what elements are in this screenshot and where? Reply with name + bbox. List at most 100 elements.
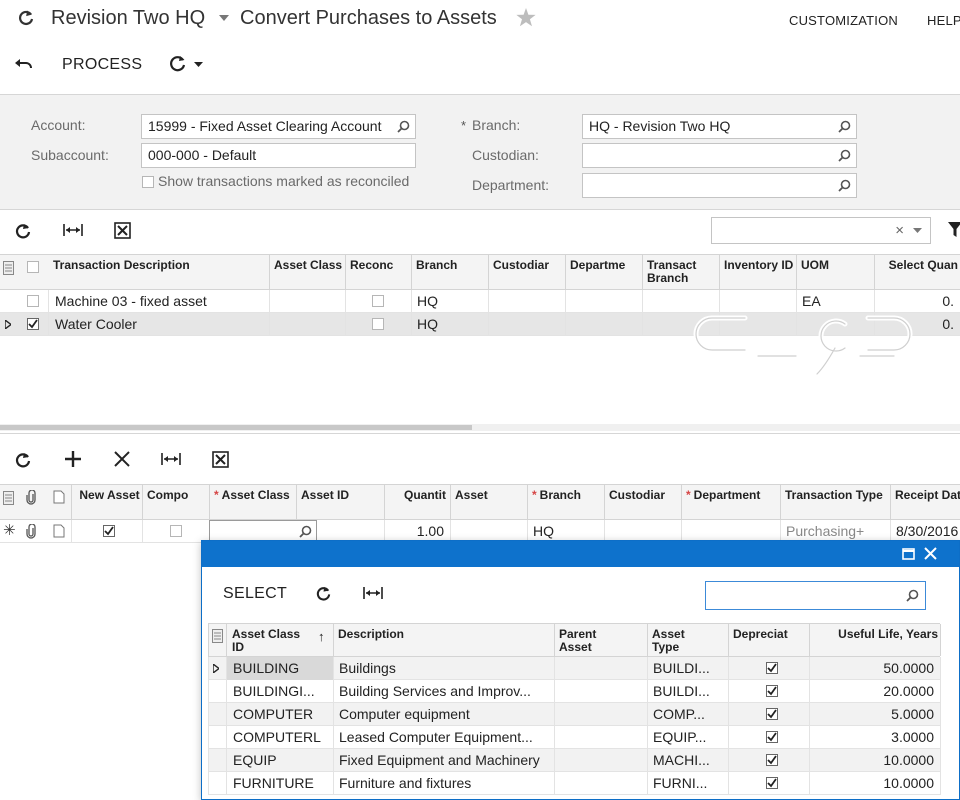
cell-description[interactable]: Fixed Equipment and Machinery [333, 749, 555, 772]
close-icon[interactable] [924, 547, 937, 560]
cell-asset-type[interactable]: BUILDI... [647, 657, 729, 680]
cell-description[interactable]: Furniture and fixtures [333, 772, 555, 795]
cell-asset-class-id[interactable]: BUILDING [226, 657, 334, 680]
col-selected-quantity[interactable]: Select Quan [874, 255, 960, 289]
col-asset-type[interactable]: Asset Type [647, 624, 729, 656]
search-icon[interactable] [906, 589, 919, 602]
clear-icon[interactable]: × [895, 222, 904, 239]
row-selector-icon[interactable] [3, 491, 14, 505]
cell-parent-asset[interactable] [554, 772, 648, 795]
cell-parent-asset[interactable] [554, 680, 648, 703]
col-custodian[interactable]: Custodiar [604, 485, 682, 519]
refresh-icon[interactable] [315, 585, 332, 602]
new-asset-checkbox[interactable] [103, 525, 115, 537]
cell-asset-class-id[interactable]: BUILDINGI... [226, 680, 334, 703]
cell-description[interactable]: Buildings [333, 657, 555, 680]
col-new-asset[interactable]: New Asset [71, 485, 143, 519]
col-reconciled[interactable]: Reconc [345, 255, 412, 289]
col-asset-class[interactable]: Asset Class [269, 255, 346, 289]
cell-useful-life[interactable]: 50.0000 [809, 657, 941, 680]
nav-help[interactable]: HELP [927, 13, 960, 28]
depreciate-checkbox[interactable] [766, 754, 778, 766]
cell-branch[interactable]: HQ [411, 290, 489, 313]
subaccount-field[interactable]: 000-000 - Default [141, 143, 416, 168]
export-excel-icon[interactable] [212, 451, 229, 468]
attachment-icon[interactable] [25, 490, 37, 505]
cell-asset-class-id[interactable]: FURNITURE [226, 772, 334, 795]
cell-selected-quantity[interactable]: 0. [874, 290, 960, 313]
col-receipt-date[interactable]: Receipt Dat [890, 485, 960, 519]
company-dropdown-icon[interactable] [219, 15, 229, 21]
cell-custodian[interactable] [488, 290, 566, 313]
cell-description[interactable]: Leased Computer Equipment... [333, 726, 555, 749]
asset-class-editor[interactable] [209, 520, 317, 542]
cell-useful-life[interactable]: 20.0000 [809, 680, 941, 703]
cell-asset-type[interactable]: COMP... [647, 703, 729, 726]
table-row[interactable]: Machine 03 - fixed asset HQ EA 0. [0, 290, 960, 313]
schedule-icon[interactable] [170, 55, 206, 73]
cell-asset-class-id[interactable]: EQUIP [226, 749, 334, 772]
fit-columns-icon[interactable] [161, 452, 181, 466]
col-branch[interactable]: Branch [411, 255, 489, 289]
row-selector-icon[interactable] [212, 629, 223, 643]
company-name[interactable]: Revision Two HQ [51, 7, 205, 30]
cell-asset-type[interactable]: MACHI... [647, 749, 729, 772]
cell-useful-life[interactable]: 3.0000 [809, 726, 941, 749]
filter-icon[interactable] [948, 222, 960, 238]
cell-description[interactable]: Building Services and Improv... [333, 680, 555, 703]
lookup-row[interactable]: EQUIP Fixed Equipment and Machinery MACHI.… [208, 749, 941, 772]
cell-description[interactable]: Machine 03 - fixed asset [48, 290, 270, 313]
fit-columns-icon[interactable] [363, 586, 383, 600]
col-branch[interactable]: * Branch [527, 485, 605, 519]
note-icon[interactable] [53, 490, 65, 504]
maximize-icon[interactable] [902, 548, 915, 560]
lookup-row[interactable]: BUILDING Buildings BUILDI... 50.0000 [208, 657, 941, 680]
search-icon[interactable] [397, 120, 410, 133]
cell-component[interactable] [142, 520, 210, 543]
reconciled-checkbox[interactable] [142, 176, 154, 188]
col-transaction-description[interactable]: Transaction Description [48, 255, 270, 289]
select-all-checkbox[interactable] [27, 261, 39, 273]
cell-transact-branch[interactable] [642, 290, 720, 313]
cell-depreciate[interactable] [728, 657, 810, 680]
row-selector-icon[interactable] [3, 261, 14, 275]
search-icon[interactable] [838, 179, 851, 192]
cell-inventory-id[interactable] [719, 290, 797, 313]
cell-asset-class[interactable] [269, 290, 346, 313]
row-checkbox[interactable] [27, 295, 39, 307]
delete-row-icon[interactable] [114, 451, 130, 467]
col-description[interactable]: Description [333, 624, 555, 656]
lookup-row[interactable]: COMPUTER Computer equipment COMP... 5.0000 [208, 703, 941, 726]
cell-reconciled[interactable] [345, 290, 412, 313]
depreciate-checkbox[interactable] [766, 685, 778, 697]
col-uom[interactable]: UOM [796, 255, 875, 289]
cell-new-asset[interactable] [71, 520, 143, 543]
cell-asset-type[interactable]: EQUIP... [647, 726, 729, 749]
col-parent-asset[interactable]: Parent Asset [554, 624, 648, 656]
cell-department[interactable] [565, 290, 643, 313]
nav-customization[interactable]: CUSTOMIZATION [789, 13, 898, 28]
col-asset[interactable]: Asset [450, 485, 528, 519]
chevron-down-icon[interactable] [913, 228, 922, 233]
depreciate-checkbox[interactable] [766, 777, 778, 789]
sort-ascending-icon[interactable]: ↑ [318, 629, 325, 644]
search-icon[interactable] [838, 149, 851, 162]
col-useful-life[interactable]: Useful Life, Years [809, 624, 941, 656]
col-custodian[interactable]: Custodiar [488, 255, 566, 289]
select-button[interactable]: SELECT [223, 585, 287, 603]
search-icon[interactable] [838, 120, 851, 133]
col-asset-class[interactable]: * Asset Class [209, 485, 297, 519]
depreciate-checkbox[interactable] [766, 708, 778, 720]
col-transaction-type[interactable]: Transaction Type [780, 485, 891, 519]
cell-asset-class[interactable] [269, 313, 346, 336]
grid-search-input[interactable]: × [711, 217, 931, 244]
cell-parent-asset[interactable] [554, 657, 648, 680]
cell-description[interactable]: Water Cooler [48, 313, 270, 336]
scrollbar-thumb[interactable] [0, 425, 472, 430]
cell-parent-asset[interactable] [554, 703, 648, 726]
cell-parent-asset[interactable] [554, 749, 648, 772]
horizontal-scrollbar[interactable] [0, 424, 960, 431]
cell-reconciled[interactable] [345, 313, 412, 336]
export-excel-icon[interactable] [114, 222, 131, 239]
add-row-icon[interactable] [64, 450, 82, 468]
